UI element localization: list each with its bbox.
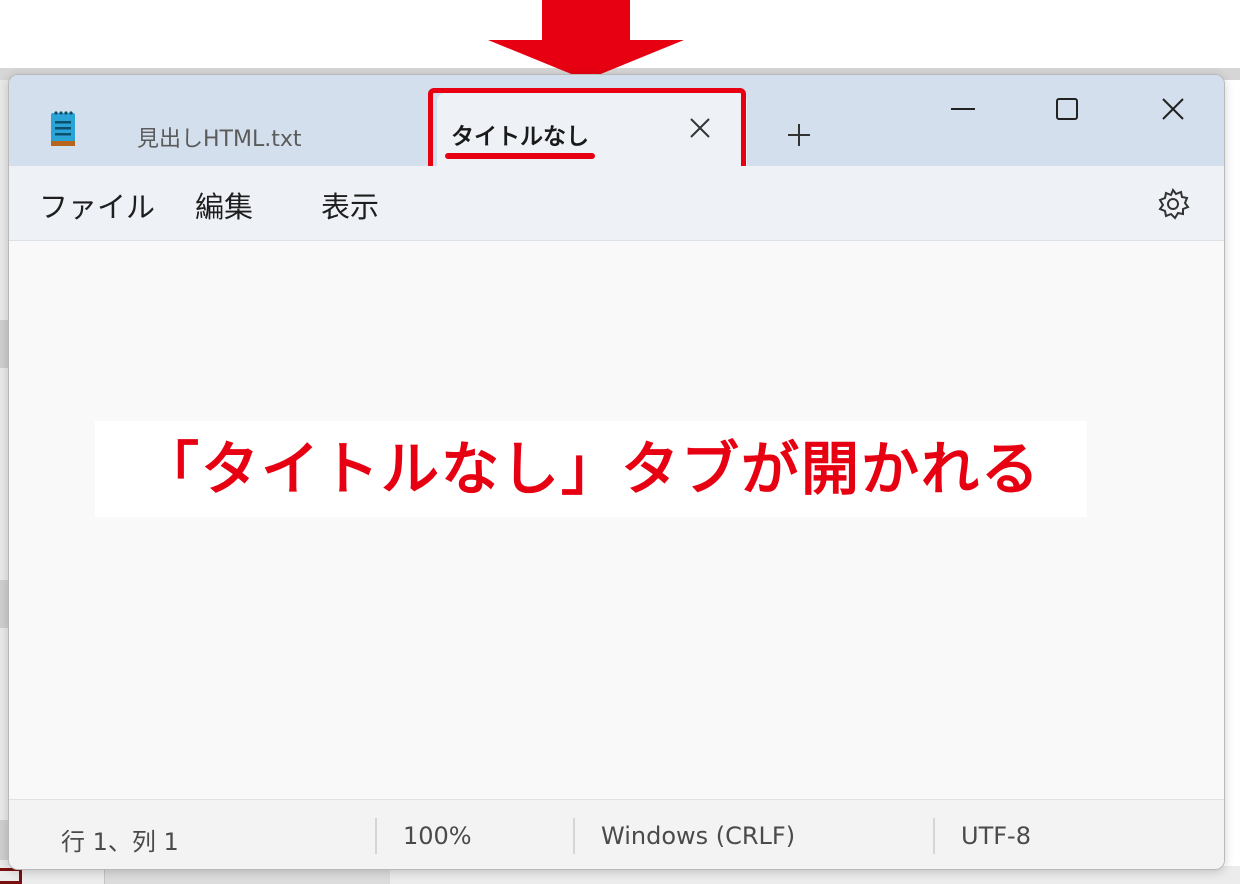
minimize-icon[interactable] [943, 89, 983, 129]
notepad-icon [51, 111, 75, 146]
gear-icon[interactable] [1155, 186, 1191, 222]
background-marker [0, 868, 22, 884]
status-divider [573, 818, 575, 854]
status-divider [933, 818, 935, 854]
status-bar: 行 1、列 1 100% Windows (CRLF) UTF-8 [9, 799, 1224, 869]
text-editor[interactable]: 「タイトルなし」タブが開かれる [9, 241, 1224, 799]
title-bar: 見出しHTML.txt タイトルなし [9, 75, 1224, 177]
status-line-ending[interactable]: Windows (CRLF) [601, 822, 795, 850]
background-cell [104, 870, 390, 884]
status-divider [375, 818, 377, 854]
tab-midashi-html[interactable]: 見出しHTML.txt [99, 93, 419, 166]
status-encoding[interactable]: UTF-8 [961, 822, 1031, 850]
plus-icon[interactable] [779, 115, 819, 155]
annotation-caption: 「タイトルなし」タブが開かれる [140, 435, 1041, 503]
menu-view[interactable]: 表示 [321, 184, 379, 226]
notepad-window: 見出しHTML.txt タイトルなし ファイル 編集 表示 「タイトルなし」タブ… [8, 74, 1225, 870]
maximize-icon[interactable] [1047, 89, 1087, 129]
tab-label: 見出しHTML.txt [137, 127, 302, 152]
status-zoom[interactable]: 100% [403, 822, 472, 850]
annotation-highlight-box [428, 88, 746, 177]
status-cursor-position: 行 1、列 1 [61, 828, 179, 856]
arrow-down-icon [488, 0, 684, 80]
menu-edit[interactable]: 編集 [195, 184, 253, 226]
menu-bar: ファイル 編集 表示 [9, 166, 1224, 241]
close-icon[interactable] [1153, 89, 1193, 129]
annotation-caption-box: 「タイトルなし」タブが開かれる [95, 421, 1087, 517]
menu-file[interactable]: ファイル [39, 184, 155, 226]
